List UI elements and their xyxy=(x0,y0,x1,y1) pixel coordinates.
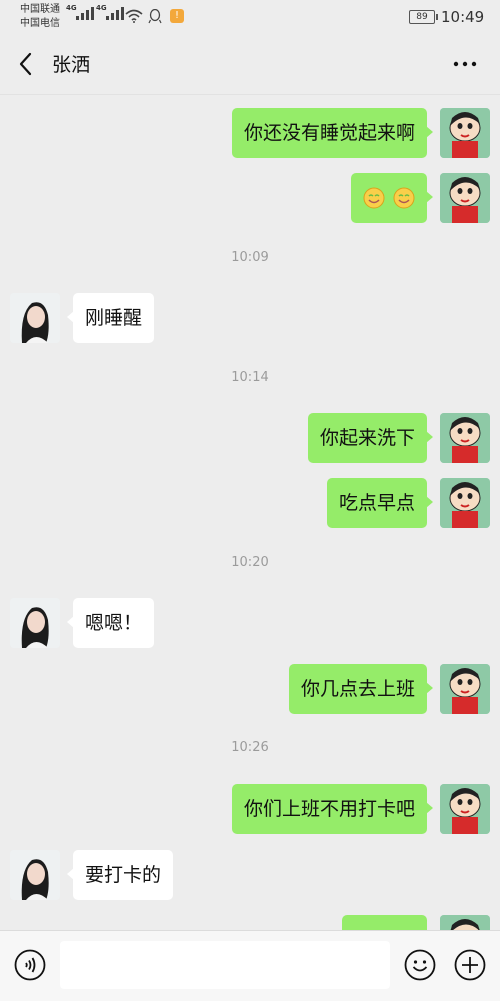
message-text: 你们上班不用打卡吧 xyxy=(243,798,415,820)
message-text: 你还没有睡觉起来啊 xyxy=(243,122,415,144)
my-avatar[interactable] xyxy=(440,664,490,714)
message-text: 你起来洗下 xyxy=(319,427,415,449)
message-bubble-received[interactable]: 嗯嗯！ xyxy=(66,598,155,648)
signal-icon-2 xyxy=(106,7,124,20)
message-text: 你几点去上班 xyxy=(300,678,415,700)
message-bubble-sent[interactable]: 吃点早点 xyxy=(326,478,434,528)
signal-icon xyxy=(76,7,94,20)
smile-emoji-icon xyxy=(363,173,415,223)
my-avatar[interactable] xyxy=(440,173,490,223)
carrier-1: 中国联通 xyxy=(20,4,60,15)
contact-avatar[interactable] xyxy=(10,598,60,648)
qq-icon xyxy=(148,9,162,24)
status-bar: 中国联通 中国电信 4G 4G ! 89 10:49 xyxy=(0,0,500,34)
message-bubble-sent[interactable] xyxy=(351,173,433,223)
more-icon[interactable] xyxy=(450,52,480,76)
message-bubble-sent[interactable]: 你起来洗下 xyxy=(307,413,434,463)
wifi-icon xyxy=(125,9,143,23)
input-bar xyxy=(0,930,500,1001)
my-avatar[interactable] xyxy=(440,915,490,930)
chat-area[interactable]: 你还没有睡觉起来啊 10:09 刚睡醒 10:14 你起来洗下 吃点早点 10:… xyxy=(0,95,500,930)
carrier-labels: 中国联通 中国电信 xyxy=(20,3,60,31)
timestamp: 10:09 xyxy=(231,250,269,265)
contact-avatar[interactable] xyxy=(10,850,60,900)
chat-title: 张洒 xyxy=(52,54,91,76)
message-bubble-sent[interactable]: 你还没有睡觉起来啊 xyxy=(231,108,434,158)
message-bubble-sent-partial[interactable] xyxy=(342,915,427,930)
message-input[interactable] xyxy=(60,941,390,989)
message-text: 刚睡醒 xyxy=(85,307,143,329)
timestamp: 10:14 xyxy=(231,370,269,385)
my-avatar[interactable] xyxy=(440,478,490,528)
timestamp: 10:26 xyxy=(231,740,269,755)
carrier-2: 中国电信 xyxy=(20,18,60,29)
my-avatar[interactable] xyxy=(440,413,490,463)
chat-header: 张洒 xyxy=(0,34,500,95)
timestamp: 10:20 xyxy=(231,555,269,570)
message-text: 要打卡的 xyxy=(85,864,162,886)
my-avatar[interactable] xyxy=(440,784,490,834)
battery-icon: 89 xyxy=(409,10,438,24)
contact-avatar[interactable] xyxy=(10,293,60,343)
emoji-icon[interactable] xyxy=(404,949,436,981)
message-bubble-sent[interactable]: 你几点去上班 xyxy=(288,664,434,714)
clock: 10:49 xyxy=(441,8,485,26)
my-avatar[interactable] xyxy=(440,108,490,158)
notification-icon: ! xyxy=(170,9,184,23)
message-bubble-sent[interactable]: 你们上班不用打卡吧 xyxy=(231,784,434,834)
message-bubble-received[interactable]: 要打卡的 xyxy=(66,850,174,900)
plus-icon[interactable] xyxy=(454,949,486,981)
message-text: 嗯嗯！ xyxy=(85,612,143,634)
back-icon[interactable] xyxy=(14,51,40,77)
message-text: 吃点早点 xyxy=(338,492,415,514)
message-bubble-received[interactable]: 刚睡醒 xyxy=(66,293,155,343)
voice-icon[interactable] xyxy=(14,949,46,981)
